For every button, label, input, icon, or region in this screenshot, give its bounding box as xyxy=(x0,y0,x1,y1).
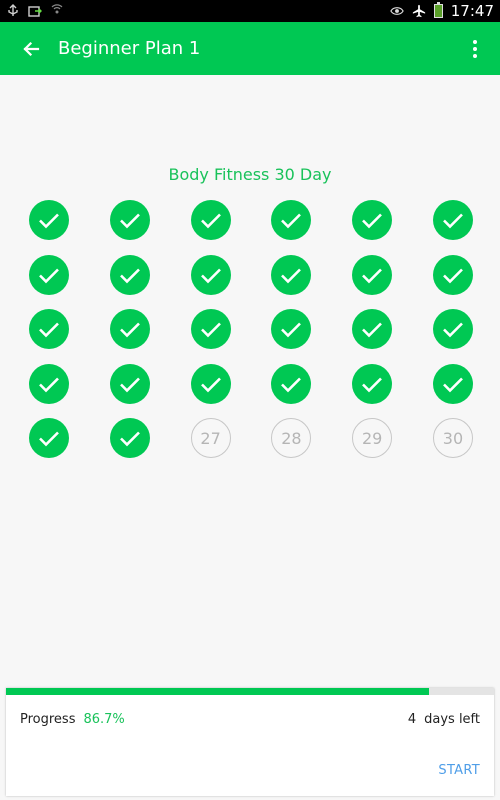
check-icon xyxy=(443,377,463,392)
check-icon xyxy=(39,213,59,229)
eye-icon xyxy=(389,4,404,18)
status-bar: 17:47 xyxy=(0,0,500,22)
day-completed[interactable] xyxy=(190,200,231,240)
check-icon xyxy=(362,322,383,338)
start-button[interactable]: START xyxy=(438,763,480,778)
check-icon xyxy=(119,322,140,338)
check-icon xyxy=(200,213,221,229)
more-vertical-icon[interactable] xyxy=(464,32,486,66)
day-completed[interactable] xyxy=(352,363,393,404)
days-grid: 27 28 29 30 xyxy=(29,200,473,458)
progress-label: Progress xyxy=(20,712,76,727)
day-completed[interactable] xyxy=(109,254,150,295)
check-icon xyxy=(200,322,221,338)
check-icon xyxy=(119,431,140,447)
app-bar: Beginner Plan 1 xyxy=(0,22,500,75)
check-icon xyxy=(362,213,383,229)
day-completed[interactable] xyxy=(190,309,231,349)
arrow-left-icon xyxy=(23,41,40,56)
day-pending[interactable]: 29 xyxy=(352,418,393,458)
days-left: 4 days left xyxy=(408,712,480,727)
day-number: 27 xyxy=(200,428,221,448)
progress-card: Progress 86.7% 4 days left START xyxy=(6,688,494,796)
check-icon xyxy=(119,377,140,392)
back-button[interactable] xyxy=(14,32,48,66)
day-completed[interactable] xyxy=(29,200,69,240)
wifi-scan-icon xyxy=(50,4,64,18)
check-icon xyxy=(119,268,140,283)
day-completed[interactable] xyxy=(190,363,231,404)
days-left-label: days left xyxy=(424,712,480,727)
status-bar-left xyxy=(6,4,64,18)
airplane-icon xyxy=(412,4,426,18)
day-pending[interactable]: 28 xyxy=(271,418,312,458)
check-icon xyxy=(39,322,59,338)
check-icon xyxy=(200,268,221,283)
days-left-count: 4 xyxy=(407,712,417,727)
day-pending[interactable]: 30 xyxy=(432,418,473,458)
plan-title: Body Fitness 30 Day xyxy=(168,165,332,184)
day-completed[interactable] xyxy=(29,418,69,458)
check-icon xyxy=(281,322,302,338)
day-completed[interactable] xyxy=(29,309,69,349)
day-completed[interactable] xyxy=(271,254,312,295)
day-completed[interactable] xyxy=(352,254,393,295)
day-completed[interactable] xyxy=(109,200,150,240)
check-icon xyxy=(443,268,463,283)
check-icon xyxy=(39,431,59,447)
day-number: 29 xyxy=(362,428,383,448)
usb-icon xyxy=(6,4,20,18)
status-bar-right: 17:47 xyxy=(389,2,494,20)
check-icon xyxy=(281,268,302,283)
progress-value: 86.7% xyxy=(83,712,125,727)
progress-info: Progress 86.7% xyxy=(20,712,125,727)
day-completed[interactable] xyxy=(109,309,150,349)
day-completed[interactable] xyxy=(432,254,473,295)
check-icon xyxy=(362,377,383,392)
check-icon xyxy=(362,268,383,283)
day-completed[interactable] xyxy=(29,254,69,295)
check-icon xyxy=(443,322,463,338)
battery-icon xyxy=(433,2,443,18)
day-completed[interactable] xyxy=(109,418,150,458)
day-pending[interactable]: 27 xyxy=(190,418,231,458)
day-completed[interactable] xyxy=(271,363,312,404)
progress-bar-fill xyxy=(6,688,430,695)
check-icon xyxy=(39,377,59,392)
check-icon xyxy=(281,377,302,392)
day-completed[interactable] xyxy=(352,200,393,240)
check-icon xyxy=(39,268,59,283)
day-completed[interactable] xyxy=(271,309,312,349)
day-completed[interactable] xyxy=(432,200,473,240)
check-icon xyxy=(443,213,463,229)
day-completed[interactable] xyxy=(190,254,231,295)
page-title: Beginner Plan 1 xyxy=(58,38,201,59)
check-icon xyxy=(281,213,302,229)
day-number: 30 xyxy=(442,428,464,448)
status-time: 17:47 xyxy=(450,2,494,20)
day-completed[interactable] xyxy=(271,200,312,240)
check-icon xyxy=(200,377,221,392)
day-number: 28 xyxy=(281,428,302,448)
day-completed[interactable] xyxy=(109,363,150,404)
progress-row: Progress 86.7% 4 days left xyxy=(20,712,480,727)
day-completed[interactable] xyxy=(432,309,473,349)
check-icon xyxy=(119,213,140,229)
screen-share-icon xyxy=(28,4,42,18)
day-completed[interactable] xyxy=(432,363,473,404)
day-completed[interactable] xyxy=(29,363,69,404)
progress-bar xyxy=(6,688,494,695)
day-completed[interactable] xyxy=(352,309,393,349)
